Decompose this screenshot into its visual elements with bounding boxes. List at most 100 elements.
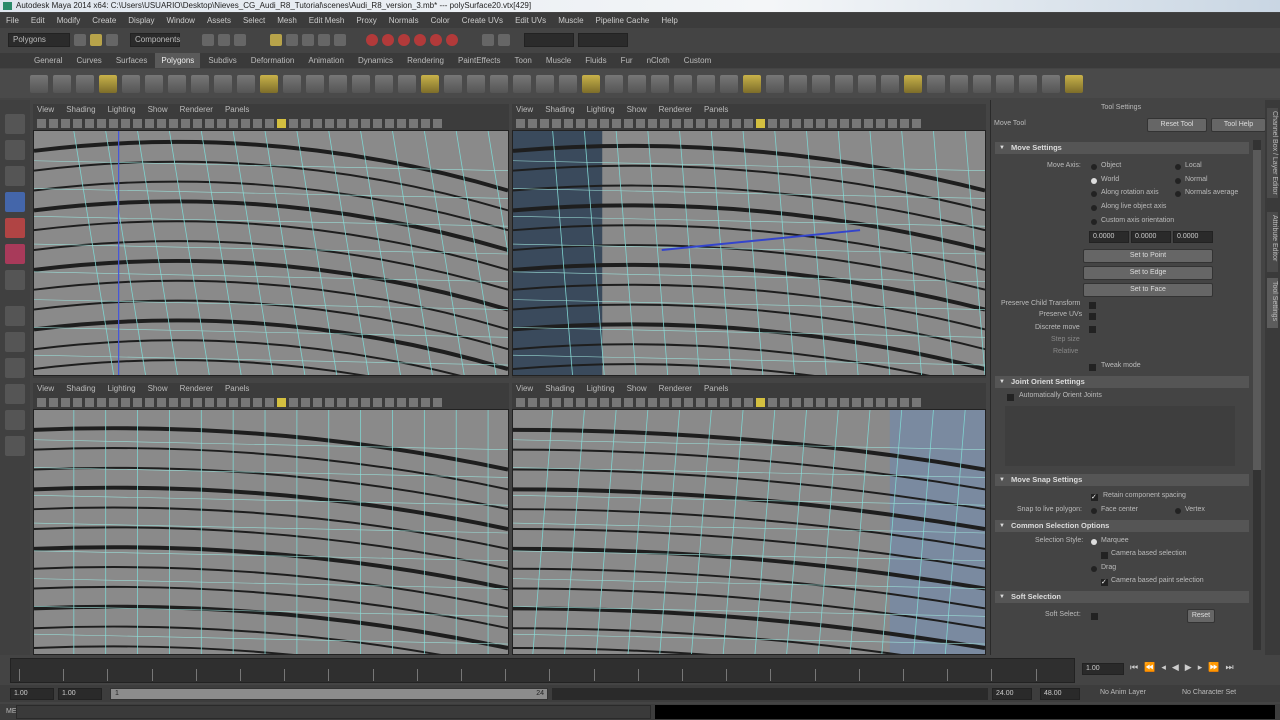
panel-toolbar-icon[interactable] <box>253 118 262 128</box>
shelf-tool-icon[interactable] <box>352 74 370 93</box>
panel-toolbar-icon[interactable] <box>217 397 226 407</box>
step-back-icon[interactable]: ⏪ <box>1144 662 1155 673</box>
scale-tool-icon[interactable] <box>5 244 25 264</box>
preserve-child-checkbox[interactable] <box>1089 302 1096 309</box>
panel-menu-renderer[interactable]: Renderer <box>659 104 692 116</box>
shelf-tab-subdivs[interactable]: Subdivs <box>202 53 242 68</box>
panel-toolbar-icon[interactable] <box>516 397 525 407</box>
radio-live-object-axis[interactable] <box>1091 205 1097 211</box>
move-tool-icon[interactable] <box>5 192 25 212</box>
radio-vertex[interactable] <box>1175 508 1181 514</box>
render-view-icon[interactable] <box>430 34 442 46</box>
panel-menu-shading[interactable]: Shading <box>66 104 95 116</box>
ipr-render-icon[interactable] <box>382 34 394 46</box>
radio-drag[interactable] <box>1091 566 1097 572</box>
axis-y-field[interactable]: 0.0000 <box>1131 231 1171 243</box>
panel-menu-show[interactable]: Show <box>627 383 647 395</box>
step-forward-icon[interactable]: ⏩ <box>1208 662 1219 673</box>
panel-menu-view[interactable]: View <box>37 383 54 395</box>
shelf-tool-icon[interactable] <box>53 74 71 93</box>
panel-toolbar-icon[interactable] <box>145 397 154 407</box>
panel-menu-show[interactable]: Show <box>148 383 168 395</box>
panel-toolbar-icon[interactable] <box>193 118 202 128</box>
shelf-tool-icon[interactable] <box>191 74 209 93</box>
panel-toolbar-icon[interactable] <box>768 397 777 407</box>
panel-menu-view[interactable]: View <box>37 104 54 116</box>
shelf-tool-icon[interactable] <box>720 74 738 93</box>
panel-menu-renderer[interactable]: Renderer <box>659 383 692 395</box>
rotate-tool-icon[interactable] <box>5 218 25 238</box>
menu-normals[interactable]: Normals <box>389 13 419 28</box>
panel-toolbar-icon[interactable] <box>660 118 669 128</box>
shelf-tool-icon[interactable] <box>973 74 991 93</box>
shelf-tool-icon[interactable] <box>122 74 140 93</box>
shelf-tool-icon[interactable] <box>697 74 715 93</box>
shelf-tool-icon[interactable] <box>237 74 255 93</box>
move-snap-section[interactable]: Move Snap Settings <box>995 474 1249 486</box>
panel-toolbar-icon[interactable] <box>564 118 573 128</box>
shelf-tool-icon[interactable] <box>651 74 669 93</box>
panel-toolbar-icon[interactable] <box>145 118 154 128</box>
shelf-tab-deformation[interactable]: Deformation <box>245 53 301 68</box>
panel-toolbar-icon[interactable] <box>540 397 549 407</box>
menu-edit-uvs[interactable]: Edit UVs <box>515 13 546 28</box>
panel-toolbar-icon[interactable] <box>720 397 729 407</box>
menu-color[interactable]: Color <box>431 13 450 28</box>
play-back-icon[interactable]: ◀ <box>1172 662 1179 673</box>
new-scene-icon[interactable] <box>74 34 86 46</box>
radio-world[interactable] <box>1091 178 1097 184</box>
panel-toolbar-icon[interactable] <box>109 118 118 128</box>
panel-toolbar-icon[interactable] <box>756 118 765 128</box>
shelf-tool-icon[interactable] <box>996 74 1014 93</box>
panel-menu-panels[interactable]: Panels <box>225 104 249 116</box>
soft-selection-section[interactable]: Soft Selection <box>995 591 1249 603</box>
select-hierarchy-icon[interactable] <box>202 34 214 46</box>
menu-muscle[interactable]: Muscle <box>558 13 583 28</box>
panel-toolbar-icon[interactable] <box>912 118 921 128</box>
panel-toolbar-icon[interactable] <box>732 397 741 407</box>
panel-toolbar-icon[interactable] <box>876 118 885 128</box>
auto-orient-checkbox[interactable] <box>1007 394 1014 401</box>
panel-toolbar-icon[interactable] <box>900 397 909 407</box>
shelf-tool-icon[interactable] <box>490 74 508 93</box>
panel-toolbar-icon[interactable] <box>205 397 214 407</box>
panel-toolbar-icon[interactable] <box>588 397 597 407</box>
shelf-tab-muscle[interactable]: Muscle <box>540 53 577 68</box>
panel-menu-panels[interactable]: Panels <box>225 383 249 395</box>
menu-create[interactable]: Create <box>92 13 116 28</box>
panel-menu-lighting[interactable]: Lighting <box>587 383 615 395</box>
shelf-tool-icon[interactable] <box>421 74 439 93</box>
shelf-tool-icon[interactable] <box>260 74 278 93</box>
panel-toolbar-icon[interactable] <box>564 397 573 407</box>
axis-x-field[interactable]: 0.0000 <box>1089 231 1129 243</box>
panel-toolbar-icon[interactable] <box>648 397 657 407</box>
channel-box-toggle-icon[interactable] <box>498 34 510 46</box>
panel-toolbar-icon[interactable] <box>361 118 370 128</box>
panel-toolbar-icon[interactable] <box>720 118 729 128</box>
panel-toolbar-icon[interactable] <box>85 397 94 407</box>
panel-toolbar-icon[interactable] <box>121 118 130 128</box>
prev-key-icon[interactable]: ◂ <box>1161 662 1166 673</box>
panel-toolbar-icon[interactable] <box>828 118 837 128</box>
camera-paint-selection-checkbox[interactable]: ✓ <box>1101 579 1108 586</box>
panel-toolbar-icon[interactable] <box>840 118 849 128</box>
panel-toolbar-icon[interactable] <box>672 397 681 407</box>
panel-toolbar-icon[interactable] <box>732 118 741 128</box>
panel-toolbar-icon[interactable] <box>325 397 334 407</box>
shelf-tab-curves[interactable]: Curves <box>70 53 107 68</box>
panel-toolbar-icon[interactable] <box>744 118 753 128</box>
panel-toolbar-icon[interactable] <box>325 118 334 128</box>
viewport-2[interactable] <box>512 130 986 376</box>
shelf-tab-painteffects[interactable]: PaintEffects <box>452 53 507 68</box>
set-to-point-button[interactable]: Set to Point <box>1083 249 1213 263</box>
shelf-tool-icon[interactable] <box>674 74 692 93</box>
shelf-tool-icon[interactable] <box>881 74 899 93</box>
shelf-tool-icon[interactable] <box>927 74 945 93</box>
anim-layer-dropdown[interactable]: No Anim Layer <box>1100 689 1146 696</box>
panel-toolbar-icon[interactable] <box>612 397 621 407</box>
panel-toolbar-icon[interactable] <box>289 397 298 407</box>
render-icon[interactable] <box>366 34 378 46</box>
menu-select[interactable]: Select <box>243 13 265 28</box>
menu-mesh[interactable]: Mesh <box>277 13 297 28</box>
shelf-tab-fluids[interactable]: Fluids <box>579 53 612 68</box>
